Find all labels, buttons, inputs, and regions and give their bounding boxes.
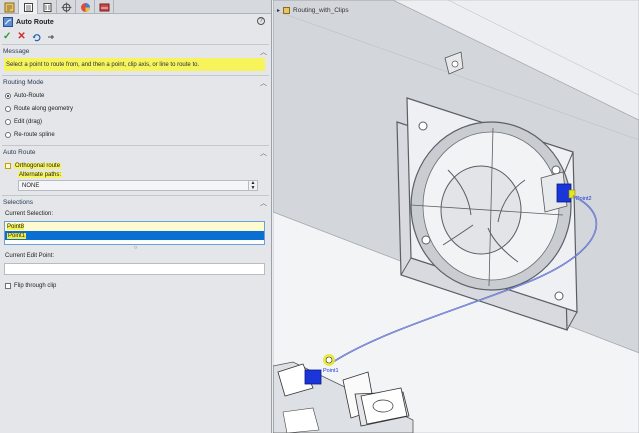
help-icon[interactable]: ? (257, 17, 265, 25)
breadcrumb-label: Routing_with_Clips (293, 7, 349, 14)
current-selection-list[interactable]: Point8 Point1 (4, 221, 265, 245)
list-item[interactable]: Point8 (5, 222, 264, 231)
tab-property-manager[interactable] (19, 0, 38, 14)
assembly-icon (283, 7, 291, 14)
property-manager-icon (23, 2, 33, 12)
message-text: Select a point to route from, and then a… (4, 58, 265, 71)
alternate-paths-input[interactable]: NONE (18, 180, 249, 191)
collapse-chevron-icon[interactable]: ︿ (260, 148, 267, 158)
alternate-paths-label: Alternate paths: (18, 172, 269, 178)
radio-label: Route along geometry (14, 105, 74, 112)
routing-icon (99, 3, 109, 11)
panel-title: Auto Route (16, 18, 54, 26)
radio-button[interactable] (5, 131, 11, 138)
ok-button[interactable]: ✓ (3, 32, 11, 42)
manager-tab-bar (0, 0, 271, 14)
alternate-paths-field: NONE ▲ ▼ (18, 180, 265, 191)
list-item[interactable]: Point1 (5, 231, 264, 240)
collapse-chevron-icon[interactable]: ︿ (260, 47, 267, 57)
tab-configuration-manager[interactable] (38, 0, 57, 14)
selections-section: Selections ︿ Current Selection: Point8 P… (2, 195, 269, 292)
radio-edit-drag[interactable]: Edit (drag) (2, 115, 269, 128)
tab-dimxpert[interactable] (57, 0, 76, 14)
breadcrumb[interactable]: ▸ Routing_with_Clips (277, 7, 349, 14)
radio-reroute-spline[interactable]: Re-route spline (2, 128, 269, 141)
collapse-chevron-icon[interactable]: ︿ (260, 198, 267, 208)
message-section-title: Message (3, 48, 30, 55)
model-scene[interactable]: Point2 Point1 (273, 0, 639, 433)
property-manager: Auto Route ? ✓ ✕ Message ︿ Select a poin… (0, 0, 272, 433)
tab-appearance[interactable] (76, 0, 95, 14)
routing-mode-title: Routing Mode (3, 79, 44, 86)
auto-route-title: Auto Route (3, 149, 36, 156)
auto-route-header[interactable]: Auto Route ︿ (2, 146, 269, 159)
tab-feature-manager[interactable] (0, 0, 19, 14)
radio-label: Auto-Route (14, 92, 45, 99)
radio-button[interactable] (5, 105, 11, 112)
cancel-button[interactable]: ✕ (17, 32, 25, 42)
radio-route-along-geometry[interactable]: Route along geometry (2, 102, 269, 115)
crosshair-icon (61, 2, 71, 12)
alternate-paths-text: Alternate paths: (18, 172, 63, 178)
list-item-label: Point1 (7, 232, 27, 239)
selections-header[interactable]: Selections ︿ (2, 196, 269, 209)
configuration-icon (43, 2, 51, 12)
color-wheel-icon (80, 2, 90, 12)
radio-button[interactable] (5, 92, 11, 99)
panel-title-bar: Auto Route (0, 14, 271, 30)
message-section-header[interactable]: Message ︿ (2, 45, 269, 58)
selections-title: Selections (3, 199, 33, 206)
radio-auto-route[interactable]: Auto-Route (2, 89, 269, 102)
flip-through-clip-label: Flip through clip (14, 282, 57, 289)
point1-label: Point1 (323, 368, 339, 374)
current-edit-point-label: Current Edit Point: (5, 253, 55, 259)
action-bar: ✓ ✕ (0, 30, 271, 44)
list-item-label: Point8 (7, 223, 25, 230)
routing-mode-section: Routing Mode ︿ Auto-Route Route along ge… (2, 75, 269, 141)
message-section: Message ︿ Select a point to route from, … (2, 44, 269, 71)
feature-tree-icon (4, 2, 14, 12)
collapse-chevron-icon[interactable]: ︿ (260, 78, 267, 88)
orthogonal-route-checkbox[interactable] (5, 162, 11, 169)
radio-label: Re-route spline (14, 131, 55, 138)
auto-route-icon (3, 17, 13, 27)
orthogonal-route-label: Orthogonal route (14, 162, 62, 169)
expand-arrow-icon[interactable]: ▸ (277, 7, 280, 14)
graphics-viewport[interactable]: Point2 Point1 ▸ Routing_with_Clips (273, 0, 639, 433)
radio-label: Edit (drag) (14, 118, 43, 125)
auto-route-section: Auto Route ︿ Orthogonal route Alternate … (2, 145, 269, 191)
undo-icon[interactable] (32, 33, 41, 42)
flip-through-clip-checkbox[interactable] (5, 282, 11, 289)
tab-routing[interactable] (95, 0, 114, 14)
radio-button[interactable] (5, 118, 11, 125)
current-edit-point-input[interactable] (4, 263, 265, 275)
orthogonal-route-checkbox-row[interactable]: Orthogonal route (2, 159, 269, 172)
flip-through-clip-row[interactable]: Flip through clip (2, 279, 269, 292)
pin-icon[interactable] (47, 33, 55, 41)
alternate-paths-spinner[interactable]: ▲ ▼ (249, 180, 258, 191)
current-selection-label: Current Selection: (5, 211, 54, 217)
routing-mode-header[interactable]: Routing Mode ︿ (2, 76, 269, 89)
